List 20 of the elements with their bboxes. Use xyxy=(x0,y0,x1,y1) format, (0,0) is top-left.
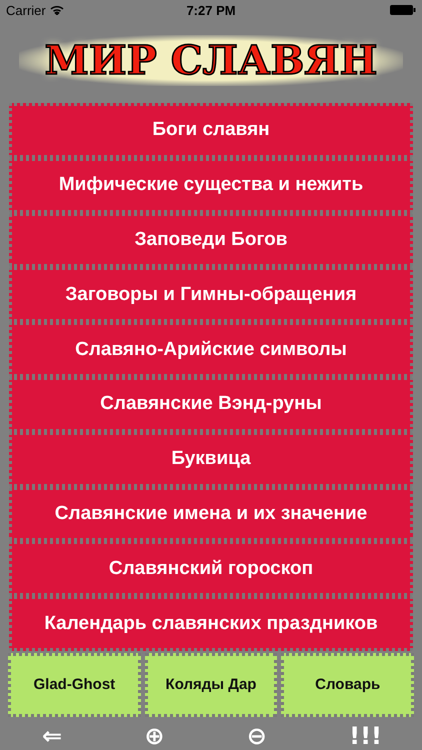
app-title: МИР СЛАВЯН xyxy=(18,34,404,86)
toolbar-button[interactable]: !!! xyxy=(349,724,382,748)
menu-button[interactable]: Славянские имена и их значение xyxy=(9,486,413,542)
menu-button[interactable]: Мифические существа и нежить xyxy=(9,158,413,213)
link-button[interactable]: Словарь xyxy=(281,652,414,717)
menu-button[interactable]: Календарь славянских праздников xyxy=(9,596,413,651)
menu-button[interactable]: Славяно-Арийские символы xyxy=(9,322,413,377)
toolbar-button[interactable]: ⇐ xyxy=(42,724,62,748)
link-button[interactable]: Glad-Ghost xyxy=(8,652,141,717)
menu-button[interactable]: Славянские Вэнд-руны xyxy=(9,376,413,432)
menu-button[interactable]: Заповеди Богов xyxy=(9,212,413,268)
menu-button[interactable]: Заговоры и Гимны-обращения xyxy=(9,267,413,322)
toolbar-button[interactable]: ⊖ xyxy=(246,724,267,748)
toolbar-button[interactable]: ⊕ xyxy=(144,724,164,748)
menu-button[interactable]: Боги славян xyxy=(9,103,413,158)
status-time: 7:27 PM xyxy=(186,2,236,18)
menu-button[interactable]: Славянский гороскоп xyxy=(9,541,413,596)
link-button[interactable]: Коляды Дар xyxy=(144,652,278,717)
menu-button[interactable]: Буквица xyxy=(9,432,413,487)
carrier-label: Carrier xyxy=(6,2,46,18)
